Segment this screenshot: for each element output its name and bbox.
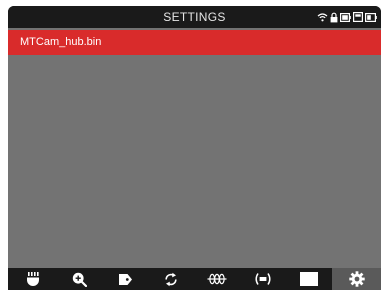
lock-icon (330, 12, 338, 23)
wifi-icon (317, 12, 328, 22)
bottom-toolbar (8, 268, 381, 290)
battery-level-icon (365, 12, 377, 22)
wireless-button[interactable] (240, 268, 286, 290)
wireless-signal-icon (254, 272, 272, 286)
tag-button[interactable] (102, 268, 148, 290)
settings-button[interactable] (332, 268, 381, 290)
file-list: MTCam_hub.bin (8, 28, 381, 268)
blank-screen-icon (300, 272, 318, 286)
status-icons (317, 10, 377, 24)
light-icon (26, 271, 40, 287)
list-item-selected[interactable]: MTCam_hub.bin (8, 30, 381, 55)
settings-gear-icon (348, 271, 365, 287)
tag-icon (118, 273, 133, 286)
cable-button[interactable] (194, 268, 240, 290)
light-button[interactable] (10, 268, 56, 290)
zoom-in-icon (72, 272, 87, 287)
rotate-button[interactable] (148, 268, 194, 290)
cable-icon (207, 273, 227, 285)
title-bar: SETTINGS (8, 6, 381, 28)
sd-card-icon (353, 12, 363, 22)
battery-icon (340, 12, 351, 22)
display-button[interactable] (286, 268, 332, 290)
list-item-label: MTCam_hub.bin (20, 36, 102, 48)
rotate-icon (164, 272, 178, 287)
zoom-button[interactable] (56, 268, 102, 290)
device-screen: SETTINGS MTCam_hub.bin (8, 6, 381, 290)
